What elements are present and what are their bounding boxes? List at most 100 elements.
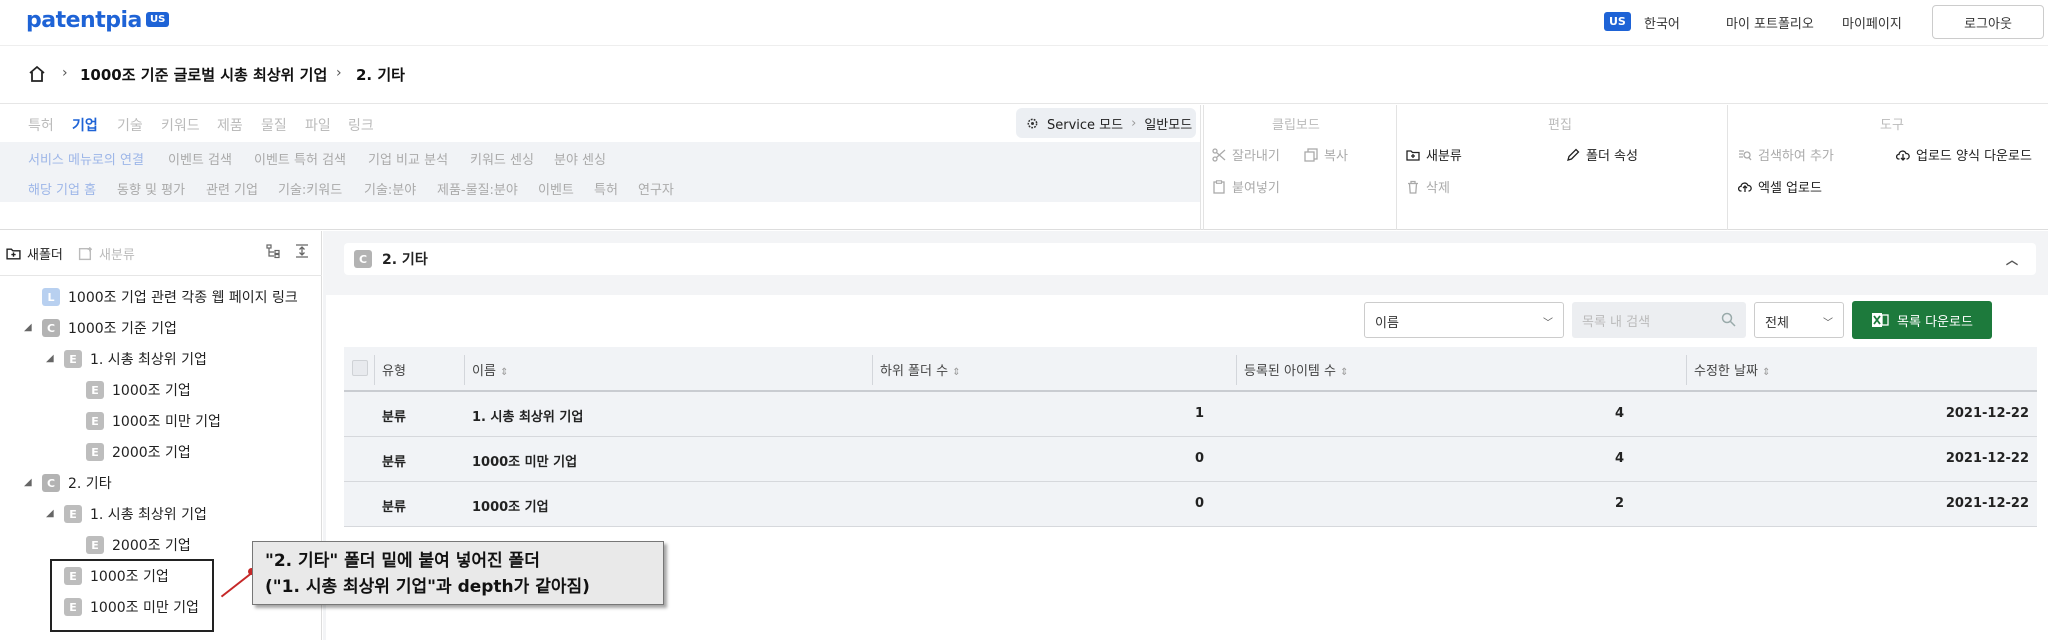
paste-button[interactable]: 붙여넣기 <box>1212 177 1280 196</box>
service-link[interactable]: 기업 비교 분석 <box>368 149 448 168</box>
new-class-button[interactable]: 새분류 <box>78 244 135 263</box>
filter-select[interactable]: 전체 ﹀ <box>1754 302 1844 338</box>
folder-properties-button[interactable]: 폴더 속성 <box>1566 145 1638 164</box>
select-all-checkbox[interactable] <box>352 360 368 376</box>
breadcrumb-item[interactable]: 1000조 기준 글로벌 시총 최상위 기업 <box>80 64 327 85</box>
service-link[interactable]: 이벤트 검색 <box>168 149 232 168</box>
collapse-arrow-icon[interactable]: ◢ <box>24 477 32 488</box>
service-link[interactable]: 분야 센싱 <box>554 149 606 168</box>
divider <box>1396 105 1397 230</box>
tab-company[interactable]: 기업 <box>72 115 98 135</box>
company-link[interactable]: 연구자 <box>638 179 674 198</box>
excel-upload-button[interactable]: 엑셀 업로드 <box>1738 177 1822 196</box>
column-header-modified[interactable]: 수정한 날짜 ⇕ <box>1694 360 1770 379</box>
divider <box>1203 105 1204 230</box>
class-folder-icon: E <box>64 505 82 523</box>
company-link[interactable]: 이벤트 <box>538 179 574 198</box>
company-link[interactable]: 특허 <box>594 179 618 198</box>
tree-node-label: 1000조 미만 기업 <box>112 414 221 430</box>
company-link[interactable]: 해당 기업 홈 <box>28 179 96 198</box>
home-icon[interactable] <box>28 65 46 83</box>
cell-items: 4 <box>1614 406 1624 421</box>
new-folder-button[interactable]: 새폴더 <box>6 244 63 263</box>
tree-node[interactable]: L 1000조 기업 관련 각종 웹 페이지 링크 <box>42 286 298 308</box>
clipboard-icon <box>1213 179 1225 194</box>
delete-button[interactable]: 삭제 <box>1406 177 1450 196</box>
column-header-label: 수정한 날짜 <box>1694 364 1758 379</box>
new-class-icon <box>78 247 92 261</box>
tree-node[interactable]: E 1. 시총 최상위 기업 <box>64 348 207 370</box>
my-portfolio-link[interactable]: 마이 포트폴리오 <box>1726 13 1814 32</box>
table-row[interactable]: 분류 1. 시총 최상위 기업 1 4 2021-12-22 <box>344 392 2037 437</box>
table-header: 유형 이름 ⇕ 하위 폴더 수 ⇕ 등록된 아이템 수 ⇕ 수정한 날짜 ⇕ <box>344 347 2037 392</box>
column-header-type[interactable]: 유형 <box>382 360 406 379</box>
category-folder-icon: C <box>354 250 372 268</box>
tree-node[interactable]: E 2000조 기업 <box>86 441 191 463</box>
tree-node[interactable]: E 2000조 기업 <box>86 534 191 556</box>
cell-name[interactable]: 1000조 미만 기업 <box>472 451 577 470</box>
column-header-name[interactable]: 이름 ⇕ <box>472 360 508 379</box>
paste-label: 붙여넣기 <box>1232 181 1280 196</box>
company-link[interactable]: 기술:키워드 <box>278 179 342 198</box>
reclassify-button[interactable]: 새분류 <box>1406 145 1462 164</box>
company-link[interactable]: 동향 및 평가 <box>117 179 185 198</box>
tab-technology[interactable]: 기술 <box>117 115 143 135</box>
clipboard-group-title: 클립보드 <box>1272 118 1320 133</box>
column-header-subfolders[interactable]: 하위 폴더 수 ⇕ <box>880 360 961 379</box>
chevron-up-icon[interactable]: ︿ <box>2006 251 2018 268</box>
search-icon[interactable] <box>1721 312 1736 327</box>
tree-node-label: 1. 시총 최상위 기업 <box>90 352 207 368</box>
sort-icon: ⇕ <box>1340 367 1349 378</box>
collapse-all-icon[interactable] <box>294 243 310 259</box>
tree-node[interactable]: E 1000조 미만 기업 <box>86 410 221 432</box>
logout-button[interactable]: 로그아웃 <box>1932 5 2044 39</box>
upload-form-download-button[interactable]: 업로드 양식 다운로드 <box>1896 145 2032 164</box>
table-row[interactable]: 분류 1000조 미만 기업 0 4 2021-12-22 <box>344 437 2037 482</box>
search-add-button[interactable]: 검색하여 추가 <box>1738 145 1834 164</box>
collapse-arrow-icon[interactable]: ◢ <box>46 508 54 519</box>
chevron-down-icon: ﹀ <box>1823 318 1833 329</box>
folder-header[interactable]: C 2. 기타 ︿ <box>344 243 2036 275</box>
collapse-arrow-icon[interactable]: ◢ <box>46 353 54 364</box>
tree-structure-icon[interactable] <box>266 243 282 259</box>
company-link[interactable]: 기술:분야 <box>364 179 416 198</box>
language-selector[interactable]: 한국어 <box>1644 13 1680 32</box>
annotation-callout: "2. 기타" 폴더 밑에 붙여 넣어진 폴더 ("1. 시총 최상위 기업"과… <box>252 541 664 605</box>
list-download-button[interactable]: 목록 다운로드 <box>1852 301 1992 339</box>
service-link[interactable]: 이벤트 특허 검색 <box>254 149 346 168</box>
cell-modified: 2021-12-22 <box>1945 496 2029 511</box>
tab-keyword[interactable]: 키워드 <box>161 115 200 135</box>
cell-name[interactable]: 1. 시총 최상위 기업 <box>472 406 583 425</box>
sort-select[interactable]: 이름 ﹀ <box>1364 302 1564 338</box>
my-page-link[interactable]: 마이페이지 <box>1842 13 1902 32</box>
divider <box>464 355 465 385</box>
service-link[interactable]: 키워드 센싱 <box>470 149 534 168</box>
tree-node[interactable]: C 1000조 기준 기업 <box>42 317 177 339</box>
tree-node[interactable]: E 1. 시총 최상위 기업 <box>64 503 207 525</box>
tree-toolbar: 새폴더 새분류 <box>0 231 322 276</box>
cut-button[interactable]: 잘라내기 <box>1212 145 1280 164</box>
breadcrumb: › 1000조 기준 글로벌 시총 최상위 기업 › 2. 기타 <box>0 46 2048 104</box>
language-flag-badge[interactable]: US <box>1604 12 1631 31</box>
cell-name[interactable]: 1000조 기업 <box>472 496 549 515</box>
table-row[interactable]: 분류 1000조 기업 0 2 2021-12-22 <box>344 482 2037 527</box>
company-link[interactable]: 제품-물질:분야 <box>437 179 518 198</box>
tab-patent[interactable]: 특허 <box>28 115 54 135</box>
column-header-items[interactable]: 등록된 아이템 수 ⇕ <box>1244 360 1349 379</box>
divider <box>1200 105 1201 230</box>
collapse-arrow-icon[interactable]: ◢ <box>24 322 32 333</box>
service-mode-toggle[interactable]: Service 모드 › 일반모드 <box>1016 108 1196 138</box>
copy-button[interactable]: 복사 <box>1304 145 1348 164</box>
tree-node[interactable]: C 2. 기타 <box>42 472 112 494</box>
tab-file[interactable]: 파일 <box>305 115 331 135</box>
class-folder-icon: E <box>86 443 104 461</box>
service-link[interactable]: 서비스 메뉴로의 연결 <box>28 149 144 168</box>
cloud-upload-icon <box>1738 181 1752 192</box>
tab-product[interactable]: 제품 <box>217 115 243 135</box>
tab-link[interactable]: 링크 <box>348 115 374 135</box>
logo[interactable]: patentpia <box>26 8 142 33</box>
tab-material[interactable]: 물질 <box>261 115 287 135</box>
tree-node[interactable]: E 1000조 기업 <box>86 379 191 401</box>
list-search-input[interactable]: 목록 내 검색 <box>1572 302 1746 338</box>
company-link[interactable]: 관련 기업 <box>206 179 258 198</box>
